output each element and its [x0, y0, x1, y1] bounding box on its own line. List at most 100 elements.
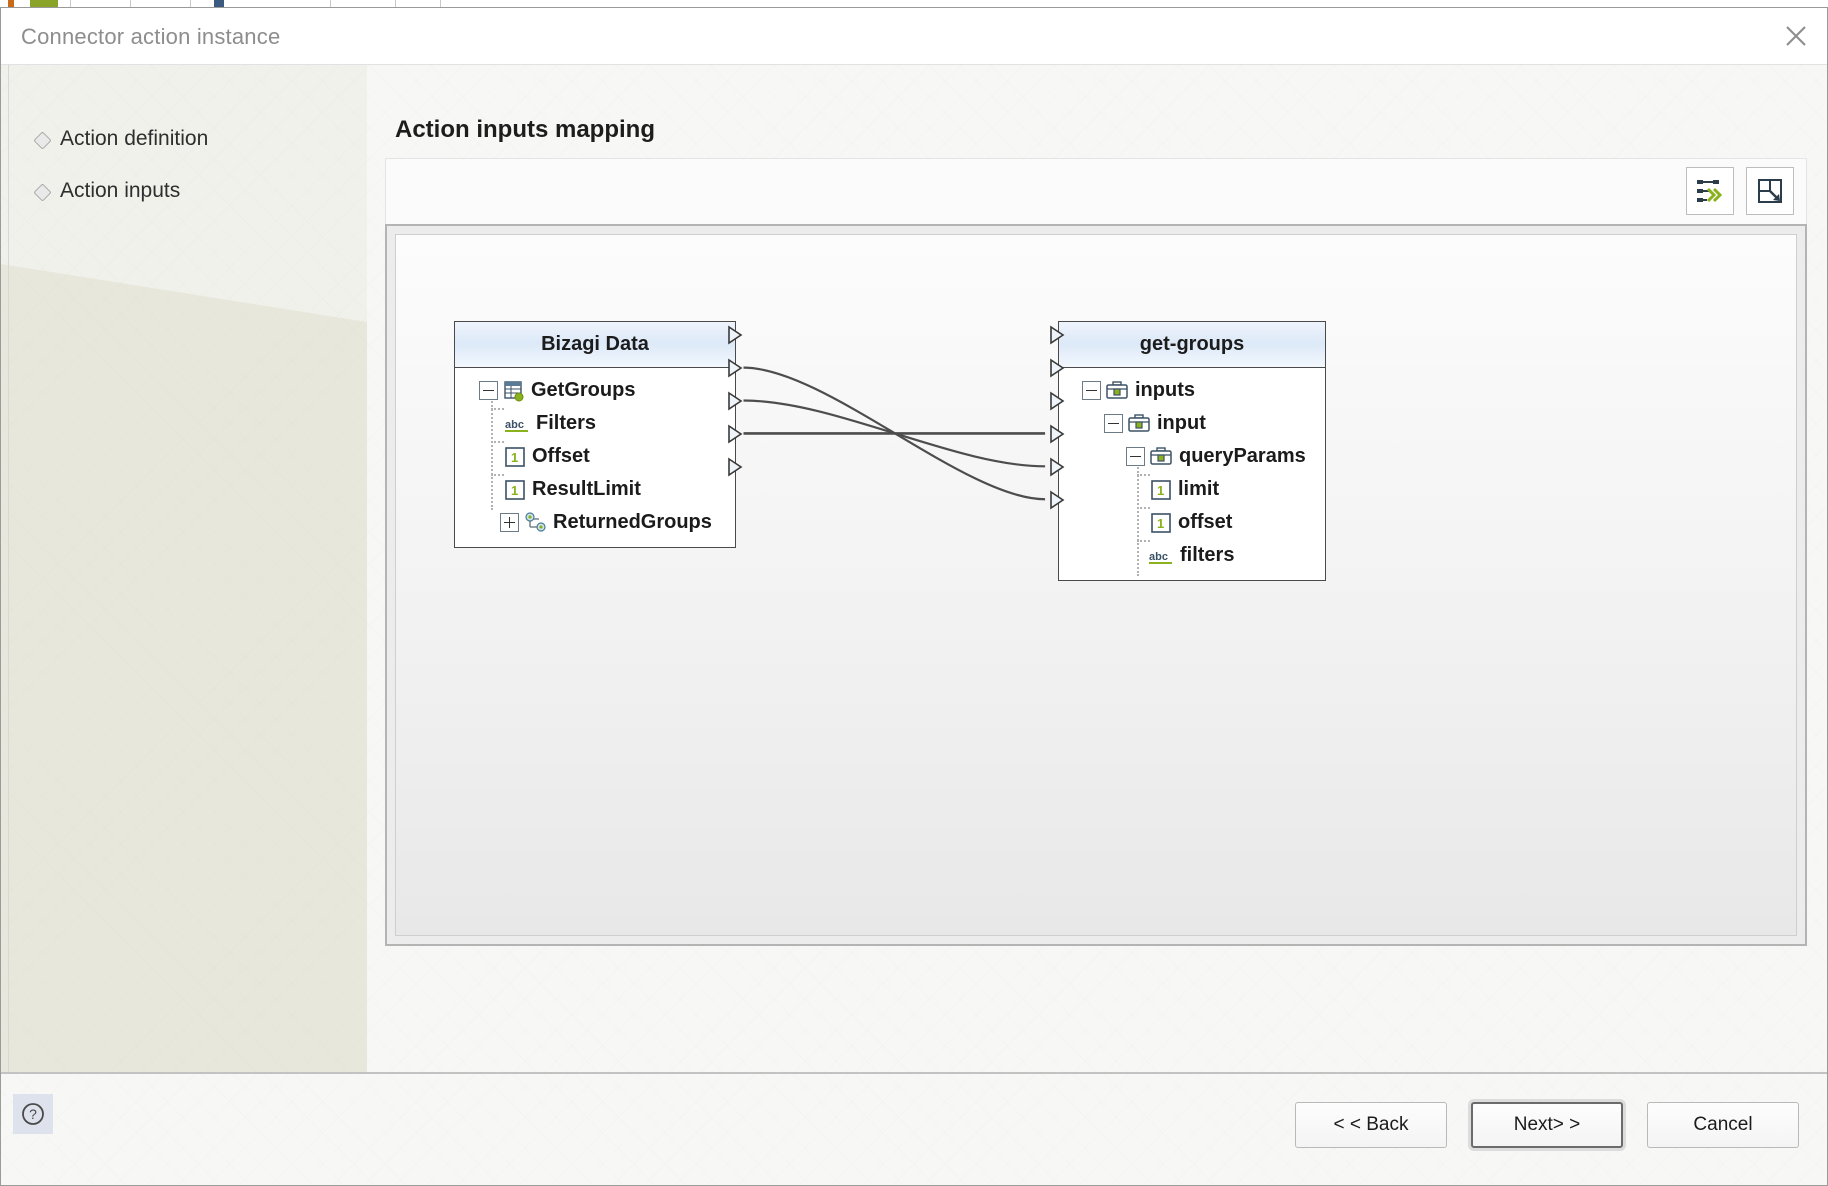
svg-text:1: 1: [511, 483, 518, 498]
target-tree-header: get-groups: [1059, 322, 1325, 368]
link-offset: [743, 399, 1046, 468]
tree-node-label: input: [1157, 412, 1206, 434]
collapse-expander-icon[interactable]: [1104, 414, 1123, 433]
auto-map-icon: [1695, 176, 1725, 206]
connector-action-instance-dialog: Connector action instance Action definit…: [0, 8, 1828, 1186]
next-button[interactable]: Next> >: [1471, 1102, 1623, 1148]
auto-map-button[interactable]: [1686, 167, 1734, 215]
collapse-expander-icon[interactable]: [479, 381, 498, 400]
tree-node-label: ResultLimit: [532, 478, 641, 500]
tree-node-filters[interactable]: abc Filters: [455, 407, 735, 440]
bg-tab-green: [30, 0, 58, 7]
target-port-inputs[interactable]: [1048, 325, 1068, 345]
sidebar-item-action-definition[interactable]: Action definition: [1, 121, 367, 157]
svg-text:1: 1: [511, 450, 518, 465]
target-port-filters[interactable]: [1048, 490, 1068, 510]
tree-node-resultlimit[interactable]: 1 ResultLimit: [455, 473, 735, 506]
number-one-icon: 1: [504, 446, 526, 468]
diamond-bullet-icon: [35, 133, 48, 146]
tree-node-label: queryParams: [1179, 445, 1306, 467]
source-port-resultlimit[interactable]: [726, 424, 746, 444]
tree-node-inputs[interactable]: inputs: [1059, 374, 1325, 407]
svg-text:?: ?: [29, 1106, 37, 1122]
svg-text:abc: abc: [1149, 551, 1168, 563]
svg-text:1: 1: [1157, 516, 1164, 531]
close-icon[interactable]: [1765, 8, 1827, 64]
bg-tick: [395, 0, 396, 7]
cancel-button[interactable]: Cancel: [1647, 1102, 1799, 1148]
tree-node-label: Offset: [532, 445, 590, 467]
source-tree-box: Bizagi Data GetGroups abc Filters 1 Offs…: [454, 321, 736, 548]
tree-node-limit[interactable]: 1 limit: [1059, 473, 1325, 506]
bg-tab-blue: [214, 0, 224, 7]
target-tree-box: get-groups inputs input queryParams 1 li…: [1058, 321, 1326, 581]
bg-tick: [70, 0, 71, 7]
source-tree-rows: GetGroups abc Filters 1 Offset 1 ResultL…: [455, 368, 735, 547]
source-port-offset[interactable]: [726, 391, 746, 411]
target-port-input[interactable]: [1048, 358, 1068, 378]
tree-node-label: inputs: [1135, 379, 1195, 401]
tree-node-queryparams[interactable]: queryParams: [1059, 440, 1325, 473]
mapping-canvas-frame: Bizagi Data GetGroups abc Filters 1 Offs…: [385, 224, 1807, 946]
sidebar-item-action-inputs[interactable]: Action inputs: [1, 173, 367, 209]
tree-node-label: Filters: [536, 412, 597, 434]
help-question-icon[interactable]: ?: [13, 1094, 53, 1134]
entity-table-icon: [503, 380, 525, 402]
tree-node-offset-target[interactable]: 1 offset: [1059, 506, 1325, 539]
dialog-titlebar: Connector action instance: [1, 8, 1827, 65]
tree-node-label: limit: [1178, 478, 1220, 500]
tree-node-label: filters: [1180, 544, 1235, 566]
tree-node-label: GetGroups: [531, 379, 636, 401]
source-port-returnedgroups[interactable]: [726, 457, 746, 477]
bg-tick: [190, 0, 191, 7]
bg-tab-orange: [8, 0, 14, 7]
target-tree-title: get-groups: [1139, 333, 1245, 355]
bg-tick: [440, 0, 441, 7]
link-filters: [743, 366, 1046, 501]
dialog-body: Action definition Action inputs Action i…: [1, 65, 1827, 1129]
dialog-title: Connector action instance: [21, 24, 281, 49]
number-one-icon: 1: [1150, 512, 1172, 534]
sidebar-item-label: Action inputs: [60, 179, 181, 202]
sidebar-decoration-a: [1, 245, 367, 1129]
string-abc-icon: abc: [1148, 546, 1174, 566]
case-object-icon: [1127, 413, 1151, 435]
source-tree-header: Bizagi Data: [455, 322, 735, 368]
source-port-getgroups[interactable]: [726, 325, 746, 345]
mapping-canvas[interactable]: Bizagi Data GetGroups abc Filters 1 Offs…: [395, 234, 1797, 936]
tree-node-offset[interactable]: 1 Offset: [455, 440, 735, 473]
target-port-queryparams[interactable]: [1048, 391, 1068, 411]
fit-to-window-button[interactable]: [1746, 167, 1794, 215]
dialog-footer: ? < < Back Next> > Cancel: [1, 1072, 1827, 1185]
case-object-icon: [1105, 380, 1129, 402]
target-tree-rows: inputs input queryParams 1 limit 1 offse…: [1059, 368, 1325, 580]
diamond-bullet-icon: [35, 185, 48, 198]
number-one-icon: 1: [504, 479, 526, 501]
target-port-limit[interactable]: [1048, 424, 1068, 444]
source-port-filters[interactable]: [726, 358, 746, 378]
tree-node-input[interactable]: input: [1059, 407, 1325, 440]
back-button[interactable]: < < Back: [1295, 1102, 1447, 1148]
tree-node-filters-target[interactable]: abc filters: [1059, 539, 1325, 572]
source-tree-title: Bizagi Data: [541, 333, 649, 355]
collapse-expander-icon[interactable]: [1126, 447, 1145, 466]
wizard-step-list: Action definition Action inputs: [1, 121, 367, 225]
background-window-strip: [0, 0, 1828, 8]
bg-tick: [330, 0, 331, 7]
collection-nodes-icon: [523, 511, 547, 534]
number-one-icon: 1: [1150, 479, 1172, 501]
expand-expander-icon[interactable]: [500, 513, 519, 532]
wizard-content: Action inputs mapping Bizagi Data GetGro…: [367, 65, 1827, 1129]
target-port-offset[interactable]: [1048, 457, 1068, 477]
svg-text:abc: abc: [505, 419, 524, 431]
tree-node-label: ReturnedGroups: [553, 511, 712, 533]
tree-node-returnedgroups[interactable]: ReturnedGroups: [455, 506, 735, 539]
svg-text:1: 1: [1157, 483, 1164, 498]
tree-node-getgroups[interactable]: GetGroups: [455, 374, 735, 407]
string-abc-icon: abc: [504, 414, 530, 434]
bg-tick: [130, 0, 131, 7]
page-title: Action inputs mapping: [395, 116, 655, 143]
fit-to-window-icon: [1755, 176, 1785, 206]
sidebar-item-label: Action definition: [60, 127, 209, 150]
collapse-expander-icon[interactable]: [1082, 381, 1101, 400]
